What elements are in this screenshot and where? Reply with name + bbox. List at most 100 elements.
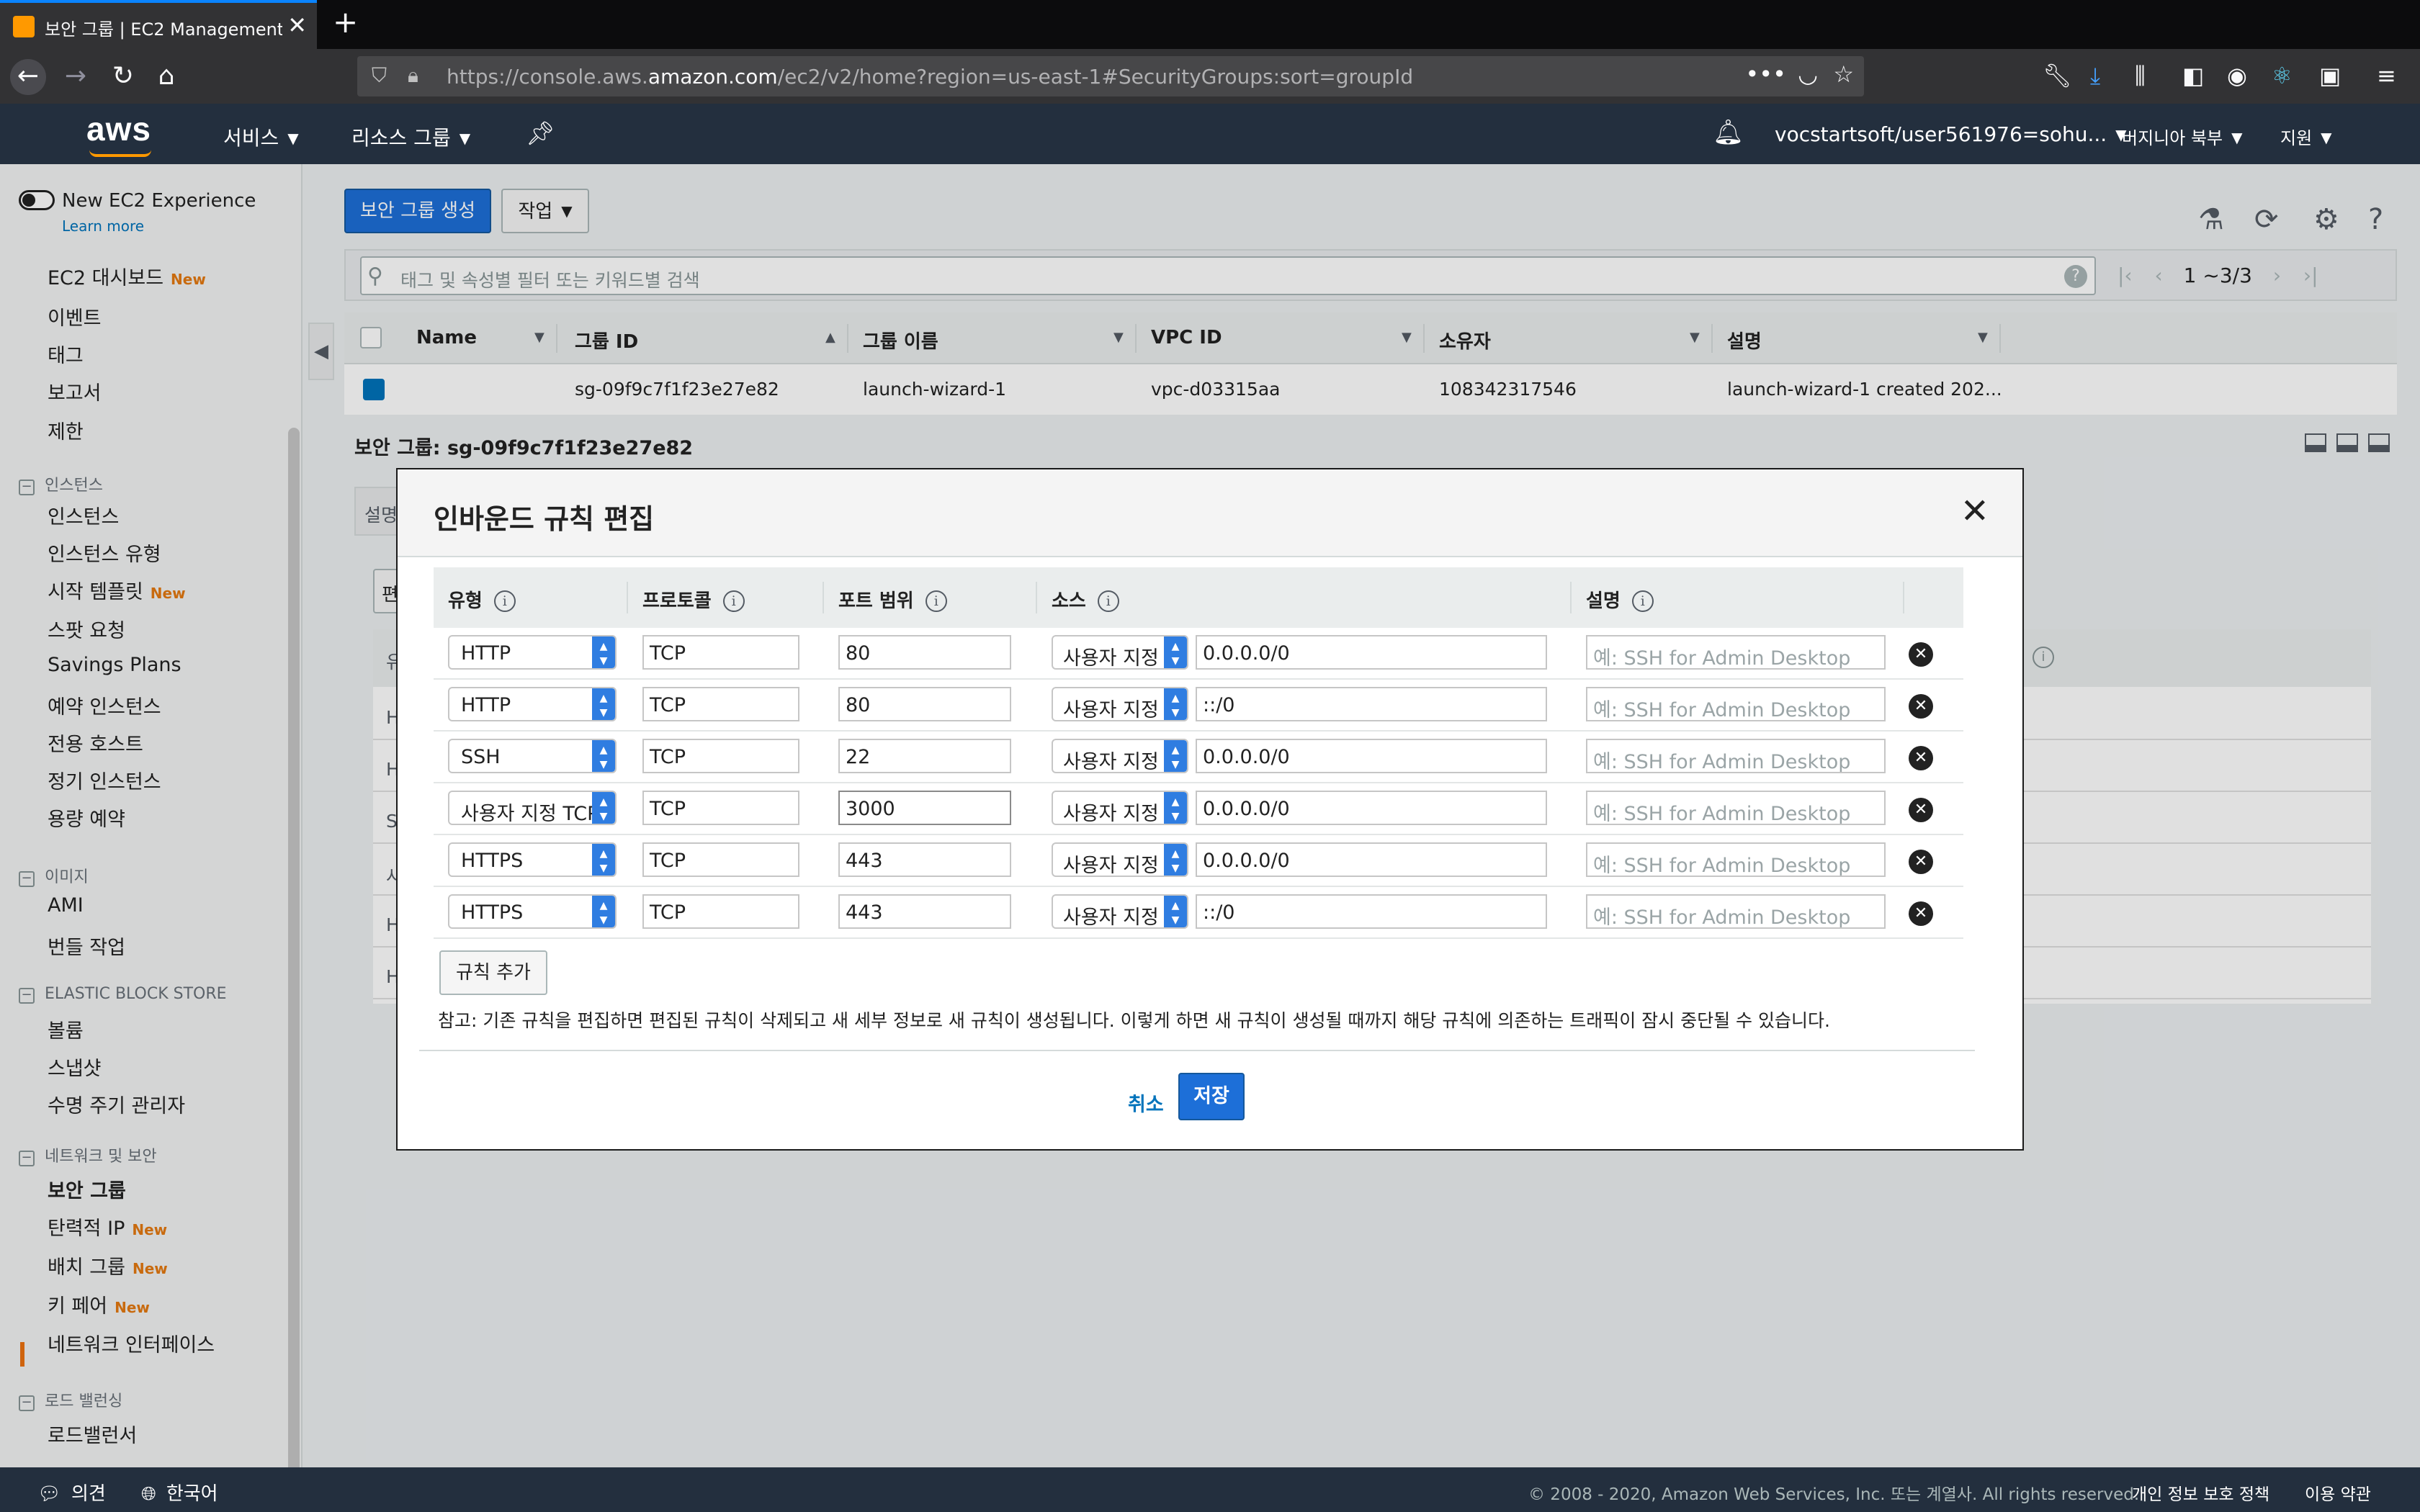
notification-bell-icon[interactable]: 🔔︎: [1713, 118, 1744, 147]
resource-groups-menu[interactable]: 리소스 그룹 ▼: [351, 122, 470, 151]
description-input[interactable]: 예: SSH for Admin Desktop: [1586, 894, 1886, 929]
description-input[interactable]: 예: SSH for Admin Desktop: [1586, 791, 1886, 825]
url-bar[interactable]: ⛉ 🔒︎ https://console.aws.amazon.com/ec2/…: [357, 56, 1864, 96]
info-icon[interactable]: i: [925, 590, 947, 612]
account-icon[interactable]: ◉: [2227, 62, 2247, 89]
protocol-field: TCP: [642, 894, 799, 929]
forward-arrow-icon[interactable]: →: [58, 59, 94, 95]
services-menu[interactable]: 서비스 ▼: [223, 122, 299, 151]
select-arrows-icon: ▲ ▼: [592, 844, 615, 876]
source-type-select[interactable]: 사용자 지정 ▲ ▼: [1052, 791, 1188, 825]
library-icon[interactable]: ⫼: [2135, 62, 2146, 90]
info-icon[interactable]: i: [1631, 590, 1654, 612]
aws-logo[interactable]: aws: [86, 109, 151, 148]
cancel-button[interactable]: 취소: [1128, 1089, 1164, 1117]
home-icon[interactable]: ⌂: [148, 59, 184, 95]
source-cidr-input[interactable]: 0.0.0.0/0: [1196, 635, 1547, 670]
save-button[interactable]: 저장: [1178, 1073, 1245, 1120]
delete-rule-icon[interactable]: ✕: [1909, 798, 1933, 822]
port-range-input[interactable]: 22: [838, 739, 1011, 773]
select-arrows-icon: ▲ ▼: [1164, 636, 1187, 668]
type-select[interactable]: SSH ▲ ▼: [448, 739, 617, 773]
source-cidr-input[interactable]: 0.0.0.0/0: [1196, 842, 1547, 877]
info-icon[interactable]: i: [722, 590, 745, 612]
info-icon[interactable]: i: [493, 590, 516, 612]
tracking-shield-icon[interactable]: ⛉: [372, 63, 387, 88]
reload-icon[interactable]: ↻: [105, 59, 141, 95]
select-arrows-icon: ▲ ▼: [1164, 896, 1187, 927]
terms-link[interactable]: 이용 약관: [2305, 1480, 2371, 1505]
source-type-select[interactable]: 사용자 지정 ▲ ▼: [1052, 894, 1188, 929]
type-select[interactable]: HTTPS ▲ ▼: [448, 894, 617, 929]
column-separator: [1903, 582, 1904, 613]
description-input[interactable]: 예: SSH for Admin Desktop: [1586, 687, 1886, 721]
pin-icon[interactable]: 📌︎: [526, 120, 555, 147]
chevron-down-icon: ▼: [287, 130, 299, 147]
rule-row: SSH ▲ ▼ TCP 22 사용자 지정 ▲ ▼ 0.0.0.0/0 예: SSH f…: [434, 732, 1963, 783]
pocket-icon[interactable]: ◡: [1798, 60, 1818, 88]
type-select[interactable]: HTTP ▲ ▼: [448, 687, 617, 721]
port-range-input[interactable]: 80: [838, 687, 1011, 721]
source-type-select[interactable]: 사용자 지정 ▲ ▼: [1052, 635, 1188, 670]
source-cidr-input[interactable]: 0.0.0.0/0: [1196, 739, 1547, 773]
back-arrow-icon[interactable]: ←: [10, 59, 46, 95]
source-cidr-input[interactable]: ::/0: [1196, 687, 1547, 721]
source-cidr-input[interactable]: ::/0: [1196, 894, 1547, 929]
source-cidr-input[interactable]: 0.0.0.0/0: [1196, 791, 1547, 825]
language-selector[interactable]: 🌐︎ 한국어: [141, 1479, 218, 1506]
info-icon[interactable]: i: [1097, 590, 1119, 612]
delete-rule-icon[interactable]: ✕: [1909, 746, 1933, 770]
bookmark-star-icon[interactable]: ☆: [1833, 60, 1854, 88]
browser-tab-bar: 보안 그룹 | EC2 Management Co ✕ +: [0, 0, 2420, 49]
aws-favicon-icon: [13, 16, 35, 37]
delete-rule-icon[interactable]: ✕: [1909, 850, 1933, 874]
select-arrows-icon: ▲ ▼: [592, 688, 615, 720]
select-arrows-icon: ▲ ▼: [592, 792, 615, 824]
description-input[interactable]: 예: SSH for Admin Desktop: [1586, 739, 1886, 773]
close-tab-icon[interactable]: ✕: [287, 12, 307, 39]
wrench-icon[interactable]: 🔧︎: [2043, 62, 2072, 89]
source-type-select[interactable]: 사용자 지정 ▲ ▼: [1052, 687, 1188, 721]
port-range-input[interactable]: 80: [838, 635, 1011, 670]
source-type-select[interactable]: 사용자 지정 ▲ ▼: [1052, 842, 1188, 877]
add-rule-button[interactable]: 규칙 추가: [439, 950, 547, 995]
new-tab-icon[interactable]: +: [333, 4, 358, 40]
header-protocol: 프로토콜 i: [642, 586, 745, 613]
source-type-select[interactable]: 사용자 지정 ▲ ▼: [1052, 739, 1188, 773]
account-menu[interactable]: vocstartsoft/user561976=sohu... ▼: [1775, 122, 2127, 146]
port-range-input[interactable]: 443: [838, 894, 1011, 929]
url-text[interactable]: https://console.aws.amazon.com/ec2/v2/ho…: [447, 65, 1413, 89]
close-icon[interactable]: ✕: [1960, 491, 1989, 531]
screenshot-icon[interactable]: ▣: [2319, 62, 2341, 89]
tab-title: 보안 그룹 | EC2 Management Co: [45, 19, 282, 40]
protocol-field: TCP: [642, 635, 799, 670]
page-actions-icon[interactable]: •••: [1745, 60, 1786, 88]
delete-rule-icon[interactable]: ✕: [1909, 694, 1933, 719]
browser-tab[interactable]: 보안 그룹 | EC2 Management Co ✕: [0, 0, 317, 49]
description-input[interactable]: 예: SSH for Admin Desktop: [1586, 842, 1886, 877]
protocol-field: TCP: [642, 791, 799, 825]
type-select[interactable]: HTTP ▲ ▼: [448, 635, 617, 670]
download-icon[interactable]: ⤓: [2090, 62, 2100, 90]
menu-icon[interactable]: ≡: [2377, 62, 2396, 89]
react-devtools-icon[interactable]: ⚛: [2272, 62, 2293, 89]
select-arrows-icon: ▲ ▼: [1164, 844, 1187, 876]
sidebar-toggle-icon[interactable]: ◧: [2182, 62, 2204, 89]
delete-rule-icon[interactable]: ✕: [1909, 642, 1933, 667]
port-range-input[interactable]: 443: [838, 842, 1011, 877]
type-select[interactable]: 사용자 지정 TCP ▲ ▼: [448, 791, 617, 825]
delete-rule-icon[interactable]: ✕: [1909, 901, 1933, 926]
feedback-link[interactable]: 💬︎ 의견: [37, 1479, 106, 1506]
privacy-policy-link[interactable]: 개인 정보 보호 정책: [2132, 1480, 2269, 1505]
port-range-input[interactable]: 3000: [838, 791, 1011, 825]
support-menu[interactable]: 지원 ▼: [2280, 124, 2332, 149]
description-input[interactable]: 예: SSH for Admin Desktop: [1586, 635, 1886, 670]
lock-icon[interactable]: 🔒︎: [408, 63, 418, 88]
protocol-field: TCP: [642, 687, 799, 721]
globe-icon: 🌐︎: [141, 1483, 156, 1505]
chevron-down-icon: ▼: [2321, 129, 2332, 146]
type-select[interactable]: HTTPS ▲ ▼: [448, 842, 617, 877]
divider: [419, 1050, 1975, 1051]
column-separator: [1570, 582, 1572, 613]
region-menu[interactable]: 버지니아 북부 ▼: [2122, 124, 2243, 149]
